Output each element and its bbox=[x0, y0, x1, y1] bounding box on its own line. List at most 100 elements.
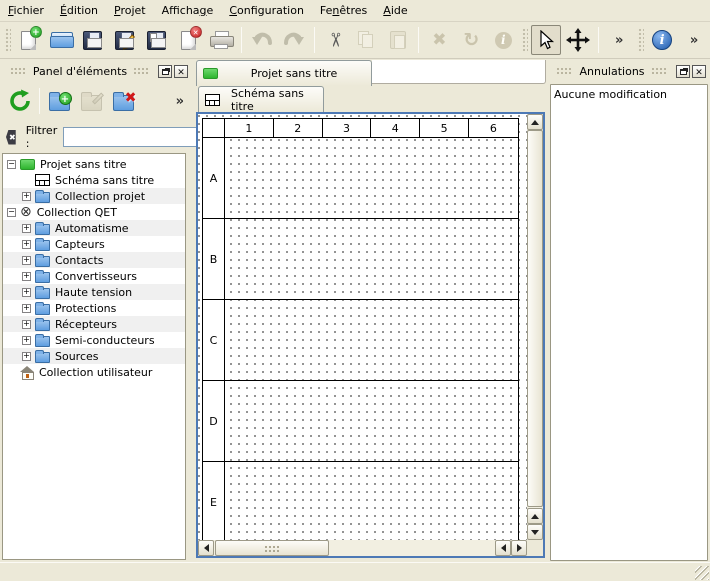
menu-affichage[interactable]: Affichage bbox=[154, 1, 222, 20]
save-button[interactable] bbox=[78, 25, 108, 55]
delete-button[interactable] bbox=[424, 25, 454, 55]
undo-list-item[interactable]: Aucune modification bbox=[554, 87, 704, 103]
close-panel-button[interactable] bbox=[174, 65, 188, 78]
toolbar-grip[interactable] bbox=[637, 27, 644, 53]
scroll-down-button[interactable] bbox=[527, 524, 543, 540]
tree-item-schema[interactable]: Schéma sans titre bbox=[3, 172, 185, 188]
float-panel-button[interactable] bbox=[158, 65, 172, 78]
filter-input[interactable] bbox=[63, 127, 216, 147]
expander-icon[interactable]: + bbox=[22, 272, 31, 281]
scroll-right-button[interactable] bbox=[511, 540, 527, 556]
tree-item-sources[interactable]: + Sources bbox=[3, 348, 185, 364]
elements-panel: Panel d'éléments » bbox=[2, 60, 190, 562]
expander-icon[interactable]: − bbox=[7, 208, 16, 217]
new-document-button[interactable] bbox=[14, 25, 44, 55]
expander-icon[interactable]: + bbox=[22, 192, 31, 201]
toolbar-overflow-button[interactable]: » bbox=[604, 25, 634, 55]
clear-filter-button[interactable] bbox=[6, 130, 16, 145]
resize-grip[interactable] bbox=[695, 566, 709, 580]
tree-item-recepteurs[interactable]: + Récepteurs bbox=[3, 316, 185, 332]
expander-icon[interactable]: + bbox=[22, 240, 31, 249]
menu-edition[interactable]: Édition bbox=[52, 1, 106, 20]
tree-item-contacts[interactable]: + Contacts bbox=[3, 252, 185, 268]
expander-icon[interactable]: + bbox=[22, 336, 31, 345]
vertical-scrollbar[interactable] bbox=[527, 114, 543, 540]
frame-row: C bbox=[203, 299, 518, 380]
cut-button[interactable] bbox=[320, 25, 350, 55]
scroll-left-button[interactable] bbox=[198, 540, 214, 556]
save-as-button[interactable] bbox=[110, 25, 140, 55]
move-tool-button[interactable] bbox=[563, 25, 593, 55]
tabbar-empty-area bbox=[372, 60, 546, 84]
tree-item-protections[interactable]: + Protections bbox=[3, 300, 185, 316]
column-header: 1 bbox=[225, 119, 274, 137]
select-tool-button[interactable] bbox=[531, 25, 561, 55]
info-button[interactable] bbox=[488, 25, 518, 55]
expander-icon[interactable]: + bbox=[22, 288, 31, 297]
folder-icon bbox=[35, 336, 50, 347]
reload-collections-button[interactable] bbox=[6, 87, 34, 115]
tree-item-collection-qet[interactable]: − Collection QET bbox=[3, 204, 185, 220]
expander-icon[interactable]: + bbox=[22, 320, 31, 329]
scroll-up-button[interactable] bbox=[527, 114, 543, 130]
menu-configuration[interactable]: Configuration bbox=[221, 1, 312, 20]
dock-handle-dots bbox=[133, 67, 150, 75]
diagram-info-button[interactable] bbox=[647, 25, 677, 55]
tree-item-convertisseurs[interactable]: + Convertisseurs bbox=[3, 268, 185, 284]
menu-fenetres[interactable]: Fenêtres bbox=[312, 1, 375, 20]
tree-item-automatisme[interactable]: + Automatisme bbox=[3, 220, 185, 236]
column-header: 2 bbox=[274, 119, 323, 137]
save-all-button[interactable] bbox=[142, 25, 172, 55]
cut-icon bbox=[327, 29, 343, 51]
toolbar-grip[interactable] bbox=[4, 27, 11, 53]
expander-icon[interactable]: + bbox=[22, 224, 31, 233]
toolbar-overflow-button[interactable]: » bbox=[679, 25, 709, 55]
project-icon bbox=[203, 68, 218, 79]
float-panel-button[interactable] bbox=[676, 65, 690, 78]
expander-icon[interactable]: − bbox=[7, 160, 16, 169]
tab-schema-sans-titre[interactable]: Schéma sans titre bbox=[198, 86, 324, 112]
toolbar-grip[interactable] bbox=[521, 27, 528, 53]
horizontal-scrollbar[interactable] bbox=[198, 540, 527, 556]
folder-icon bbox=[35, 272, 50, 283]
copy-button[interactable] bbox=[352, 25, 382, 55]
tree-item-collection-projet[interactable]: + Collection projet bbox=[3, 188, 185, 204]
undo-button[interactable] bbox=[247, 25, 277, 55]
print-button[interactable] bbox=[206, 25, 236, 55]
expander-icon[interactable]: + bbox=[22, 256, 31, 265]
rotate-button[interactable] bbox=[456, 25, 486, 55]
frame-row: D bbox=[203, 380, 518, 461]
scroll-up-button[interactable] bbox=[527, 508, 543, 524]
save-icon bbox=[83, 31, 102, 50]
tree-item-capteurs[interactable]: + Capteurs bbox=[3, 236, 185, 252]
redo-button[interactable] bbox=[279, 25, 309, 55]
menu-projet[interactable]: Projet bbox=[106, 1, 154, 20]
new-category-button[interactable] bbox=[45, 87, 73, 115]
edit-category-button[interactable] bbox=[77, 87, 105, 115]
menu-aide[interactable]: Aide bbox=[375, 1, 415, 20]
tab-projet-sans-titre[interactable]: Projet sans titre bbox=[196, 60, 372, 86]
status-bar bbox=[0, 562, 710, 581]
vertical-scroll-thumb[interactable] bbox=[527, 130, 543, 507]
open-button[interactable] bbox=[46, 25, 76, 55]
schema-view[interactable]: 1 2 3 4 5 6 A B C bbox=[196, 112, 545, 558]
folder-icon bbox=[35, 256, 50, 267]
panel-overflow-button[interactable]: » bbox=[176, 94, 184, 109]
tree-item-collection-utilisateur[interactable]: Collection utilisateur bbox=[3, 364, 185, 380]
tree-item-projet[interactable]: − Projet sans titre bbox=[3, 156, 185, 172]
paste-button[interactable] bbox=[383, 25, 413, 55]
scroll-left-button[interactable] bbox=[495, 540, 511, 556]
close-document-button[interactable] bbox=[174, 25, 204, 55]
tree-item-haute-tension[interactable]: + Haute tension bbox=[3, 284, 185, 300]
menu-fichier[interactable]: Fichier bbox=[0, 1, 52, 20]
undo-panel-header[interactable]: Annulations bbox=[550, 62, 706, 80]
undo-history-list[interactable]: Aucune modification bbox=[550, 84, 708, 561]
elements-panel-header[interactable]: Panel d'éléments bbox=[4, 62, 188, 80]
expander-icon[interactable]: + bbox=[22, 304, 31, 313]
horizontal-scroll-thumb[interactable] bbox=[215, 540, 329, 556]
tree-item-semi-conducteurs[interactable]: + Semi-conducteurs bbox=[3, 332, 185, 348]
delete-category-button[interactable] bbox=[109, 87, 137, 115]
close-panel-button[interactable] bbox=[692, 65, 706, 78]
schema-canvas[interactable]: 1 2 3 4 5 6 A B C bbox=[198, 114, 527, 540]
expander-icon[interactable]: + bbox=[22, 352, 31, 361]
